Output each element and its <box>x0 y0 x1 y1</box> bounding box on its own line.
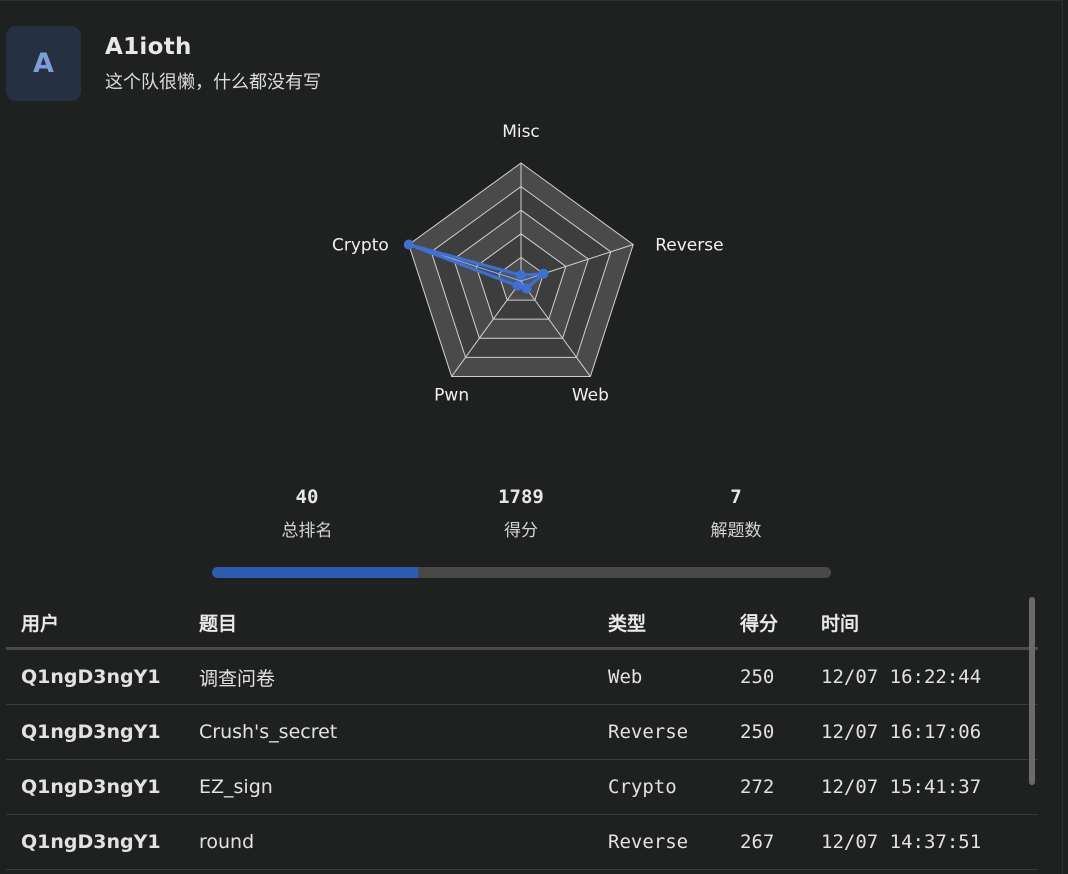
table-scrollbar[interactable] <box>1029 597 1035 785</box>
stat-solved: 7 解题数 <box>656 486 816 541</box>
column-header-challenge: 题目 <box>184 597 593 650</box>
category-radar-chart: Misc Reverse Web Pwn Crypto <box>332 122 724 405</box>
radar-point-web <box>521 283 532 294</box>
column-header-user: 用户 <box>6 597 184 650</box>
cell-score: 272 <box>725 759 806 815</box>
table-row[interactable]: Q1ngD3ngY1 EZ_sign Crypto 272 12/07 15:4… <box>6 759 1038 815</box>
stat-score-label: 得分 <box>504 521 538 541</box>
table-row[interactable]: Q1ngD3ngY1 round Reverse 267 12/07 14:37… <box>6 814 1038 870</box>
team-name: A1ioth <box>105 34 192 60</box>
cell-challenge: 调查问卷 <box>184 648 593 705</box>
team-info: A1ioth 这个队很懒，什么都没有写 <box>105 26 321 101</box>
team-detail-panel: A A1ioth 这个队很懒，什么都没有写 Misc Reverse Web Pwn C… <box>0 0 1063 874</box>
column-header-score: 得分 <box>725 597 806 650</box>
cell-category: Reverse <box>593 704 725 760</box>
cell-score: 267 <box>725 814 806 870</box>
cell-score: 250 <box>725 704 806 760</box>
stat-solved-value: 7 <box>730 486 742 508</box>
cell-challenge: EZ_sign <box>184 759 593 815</box>
cell-category: Reverse <box>593 814 725 870</box>
cell-challenge: round <box>184 814 593 870</box>
cell-challenge: Crush's_secret <box>184 704 593 760</box>
cell-user: Q1ngD3ngY1 <box>6 704 184 760</box>
cell-user: Q1ngD3ngY1 <box>6 759 184 815</box>
score-progress-fill <box>212 567 419 578</box>
cell-time: 12/07 15:41:37 <box>806 759 1038 815</box>
radar-axis-label-web: Web <box>572 385 609 405</box>
team-avatar: A <box>6 26 81 101</box>
cell-time: 12/07 16:17:06 <box>806 704 1038 760</box>
cell-time: 12/07 14:37:51 <box>806 814 1038 870</box>
solves-table: 用户 题目 类型 得分 时间 Q1ngD3ngY1 调查问卷 Web 250 1… <box>6 597 1038 870</box>
radar-axis-label-crypto: Crypto <box>332 236 389 256</box>
team-bio: 这个队很懒，什么都没有写 <box>105 72 321 93</box>
table-row[interactable]: Q1ngD3ngY1 Crush's_secret Reverse 250 12… <box>6 704 1038 760</box>
table-header-row: 用户 题目 类型 得分 时间 <box>6 597 1038 650</box>
radar-point-pwn <box>512 280 523 291</box>
stat-rank-value: 40 <box>295 486 319 508</box>
stat-score: 1789 得分 <box>441 486 601 541</box>
radar-axis-label-reverse: Reverse <box>655 236 723 256</box>
cell-score: 250 <box>725 648 806 705</box>
radar-point-reverse <box>538 268 549 279</box>
table-row[interactable]: Q1ngD3ngY1 调查问卷 Web 250 12/07 16:22:44 <box>6 648 1038 705</box>
score-progress-bar <box>212 567 831 578</box>
column-header-time: 时间 <box>806 597 1038 650</box>
radar-axis-label-misc: Misc <box>502 122 540 142</box>
team-header: A A1ioth 这个队很懒，什么都没有写 <box>6 26 321 101</box>
radar-point-misc <box>516 270 526 281</box>
cell-category: Web <box>593 648 725 705</box>
stat-rank-label: 总排名 <box>281 521 333 541</box>
cell-time: 12/07 16:22:44 <box>806 648 1038 705</box>
cell-user: Q1ngD3ngY1 <box>6 814 184 870</box>
cell-user: Q1ngD3ngY1 <box>6 648 184 705</box>
stat-score-value: 1789 <box>498 486 544 508</box>
stat-solved-label: 解题数 <box>710 521 762 541</box>
cell-category: Crypto <box>593 759 725 815</box>
radar-axis-label-pwn: Pwn <box>434 385 469 405</box>
stat-rank: 40 总排名 <box>227 486 387 541</box>
column-header-category: 类型 <box>593 597 725 650</box>
radar-point-crypto <box>403 239 414 250</box>
